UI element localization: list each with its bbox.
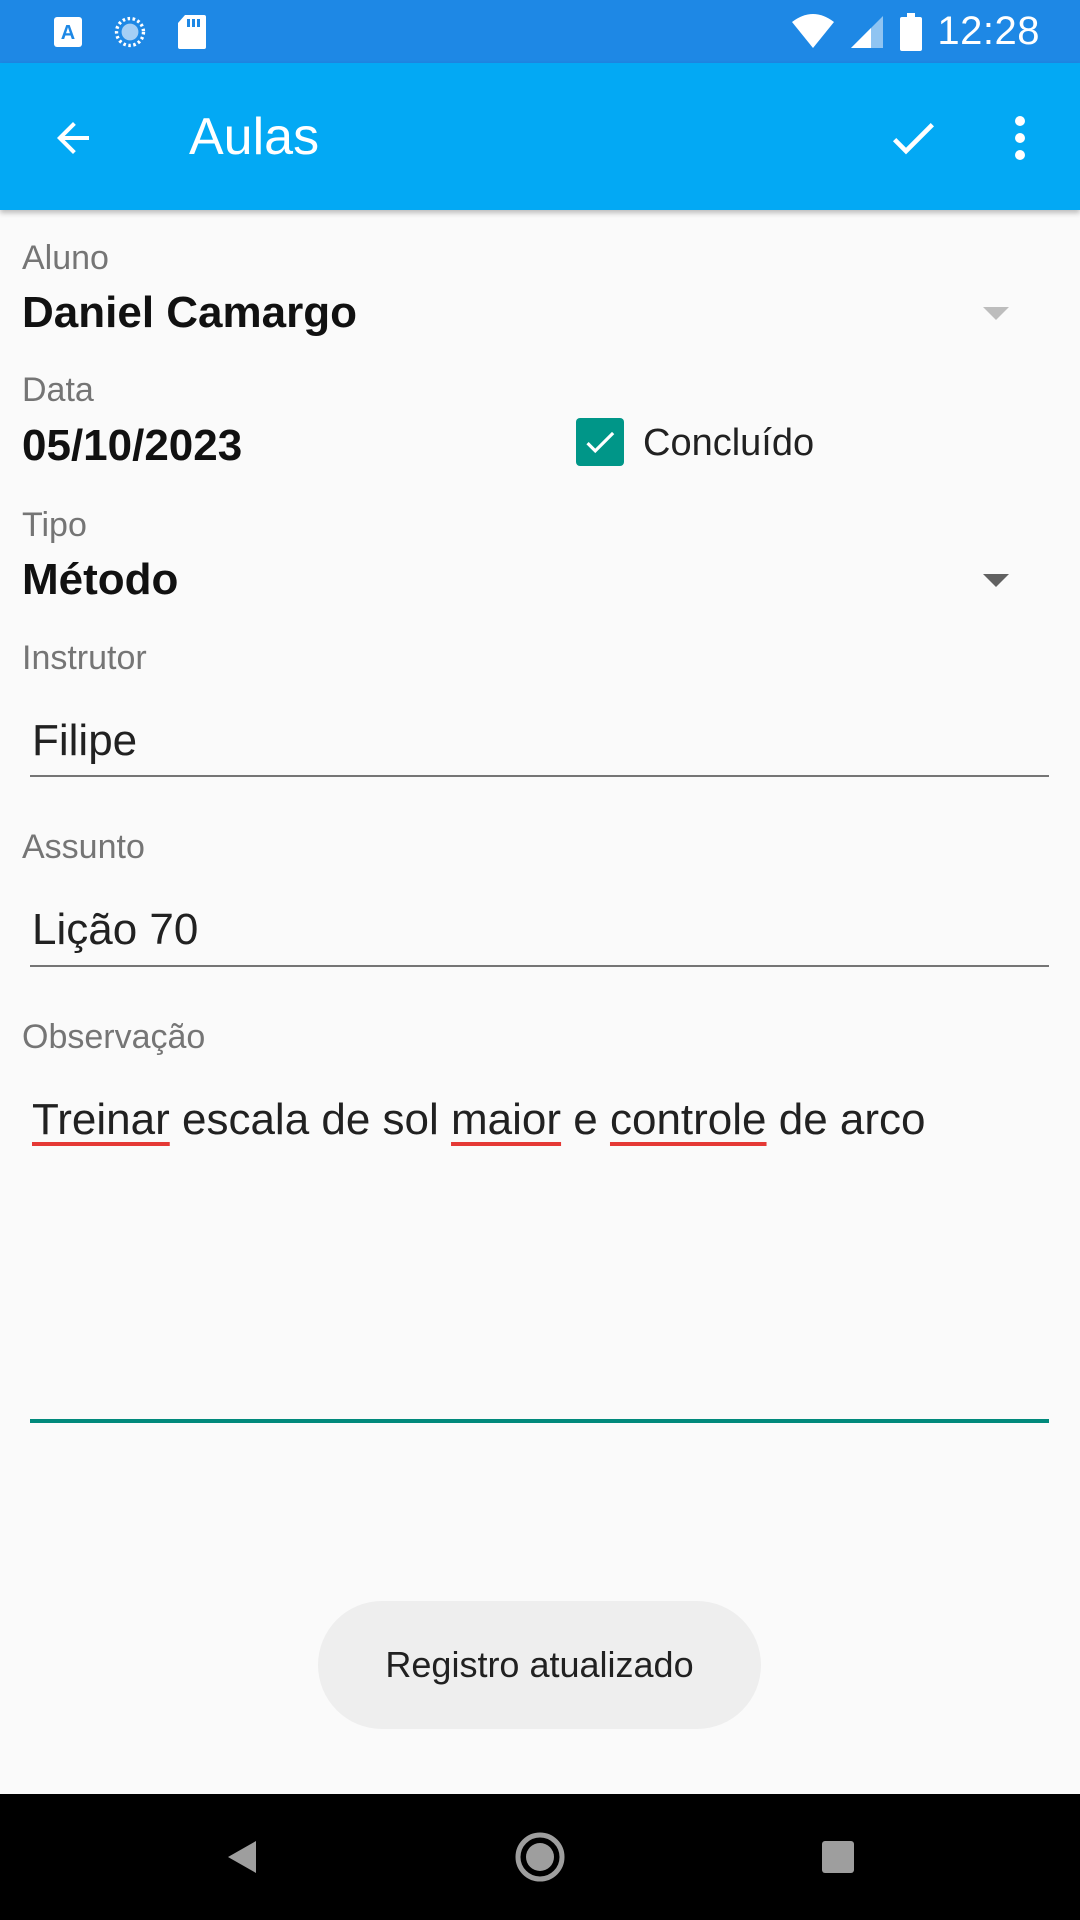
- overflow-menu-button[interactable]: [990, 101, 1050, 175]
- instrutor-label: Instrutor: [22, 639, 147, 677]
- concluido-label[interactable]: Concluído: [643, 420, 814, 466]
- data-label: Data: [22, 371, 94, 409]
- data-field[interactable]: 05/10/2023: [22, 419, 242, 473]
- concluido-checkbox[interactable]: [576, 418, 624, 466]
- misspelled-word[interactable]: maior: [451, 1095, 561, 1144]
- misspelled-word[interactable]: Treinar: [32, 1095, 170, 1144]
- nav-home-button[interactable]: [507, 1824, 573, 1890]
- observacao-textarea[interactable]: Treinar escala de sol maior e controle d…: [30, 1093, 1049, 1413]
- wifi-icon: [791, 13, 835, 48]
- toast: Registro atualizado: [318, 1601, 761, 1729]
- observacao-text: escala de sol: [169, 1095, 452, 1144]
- observacao-underline: [30, 1419, 1049, 1423]
- status-right-icons: 12:28: [791, 9, 1040, 54]
- page-title: Aulas: [189, 108, 320, 166]
- arrow-back-icon: [57, 122, 89, 154]
- nav-back-button[interactable]: [209, 1824, 275, 1890]
- home-circle-icon: [515, 1832, 565, 1882]
- tipo-dropdown-arrow-icon: [983, 574, 1009, 587]
- back-button[interactable]: [38, 103, 108, 173]
- observacao-text: de arco: [766, 1095, 926, 1144]
- checkmark-icon: [586, 431, 615, 454]
- assunto-input[interactable]: Lição 70: [30, 903, 1049, 957]
- back-triangle-icon: [228, 1841, 256, 1873]
- aluno-spinner[interactable]: Daniel Camargo: [22, 286, 982, 340]
- toast-text: Registro atualizado: [385, 1644, 694, 1685]
- instrutor-input[interactable]: Filipe: [30, 714, 1049, 768]
- misspelled-word[interactable]: controle: [610, 1095, 767, 1144]
- status-left-icons: A: [52, 14, 208, 49]
- svg-text:A: A: [61, 22, 75, 44]
- status-bar: A 12:28: [0, 0, 1080, 63]
- loading-circle-icon: [114, 16, 146, 48]
- battery-icon: [899, 12, 923, 51]
- status-time: 12:28: [937, 9, 1040, 53]
- sd-card-icon: [176, 14, 208, 49]
- save-button[interactable]: [876, 101, 950, 175]
- nav-recents-button[interactable]: [805, 1824, 871, 1890]
- tipo-label: Tipo: [22, 506, 87, 544]
- more-vert-icon: [1015, 116, 1025, 160]
- observacao-text: e: [561, 1095, 610, 1144]
- app-bar: Aulas: [0, 63, 1080, 210]
- cell-signal-icon: [849, 15, 885, 48]
- assunto-underline: [30, 965, 1049, 967]
- assunto-label: Assunto: [22, 828, 145, 866]
- instrutor-underline: [30, 775, 1049, 777]
- recents-square-icon: [822, 1841, 854, 1873]
- navigation-bar: [0, 1794, 1080, 1920]
- aluno-label: Aluno: [22, 239, 109, 277]
- aluno-dropdown-arrow-icon: [983, 307, 1009, 320]
- observacao-label: Observação: [22, 1018, 206, 1056]
- tipo-spinner[interactable]: Método: [22, 553, 982, 607]
- text-a-icon: A: [52, 16, 84, 48]
- check-icon: [892, 123, 934, 155]
